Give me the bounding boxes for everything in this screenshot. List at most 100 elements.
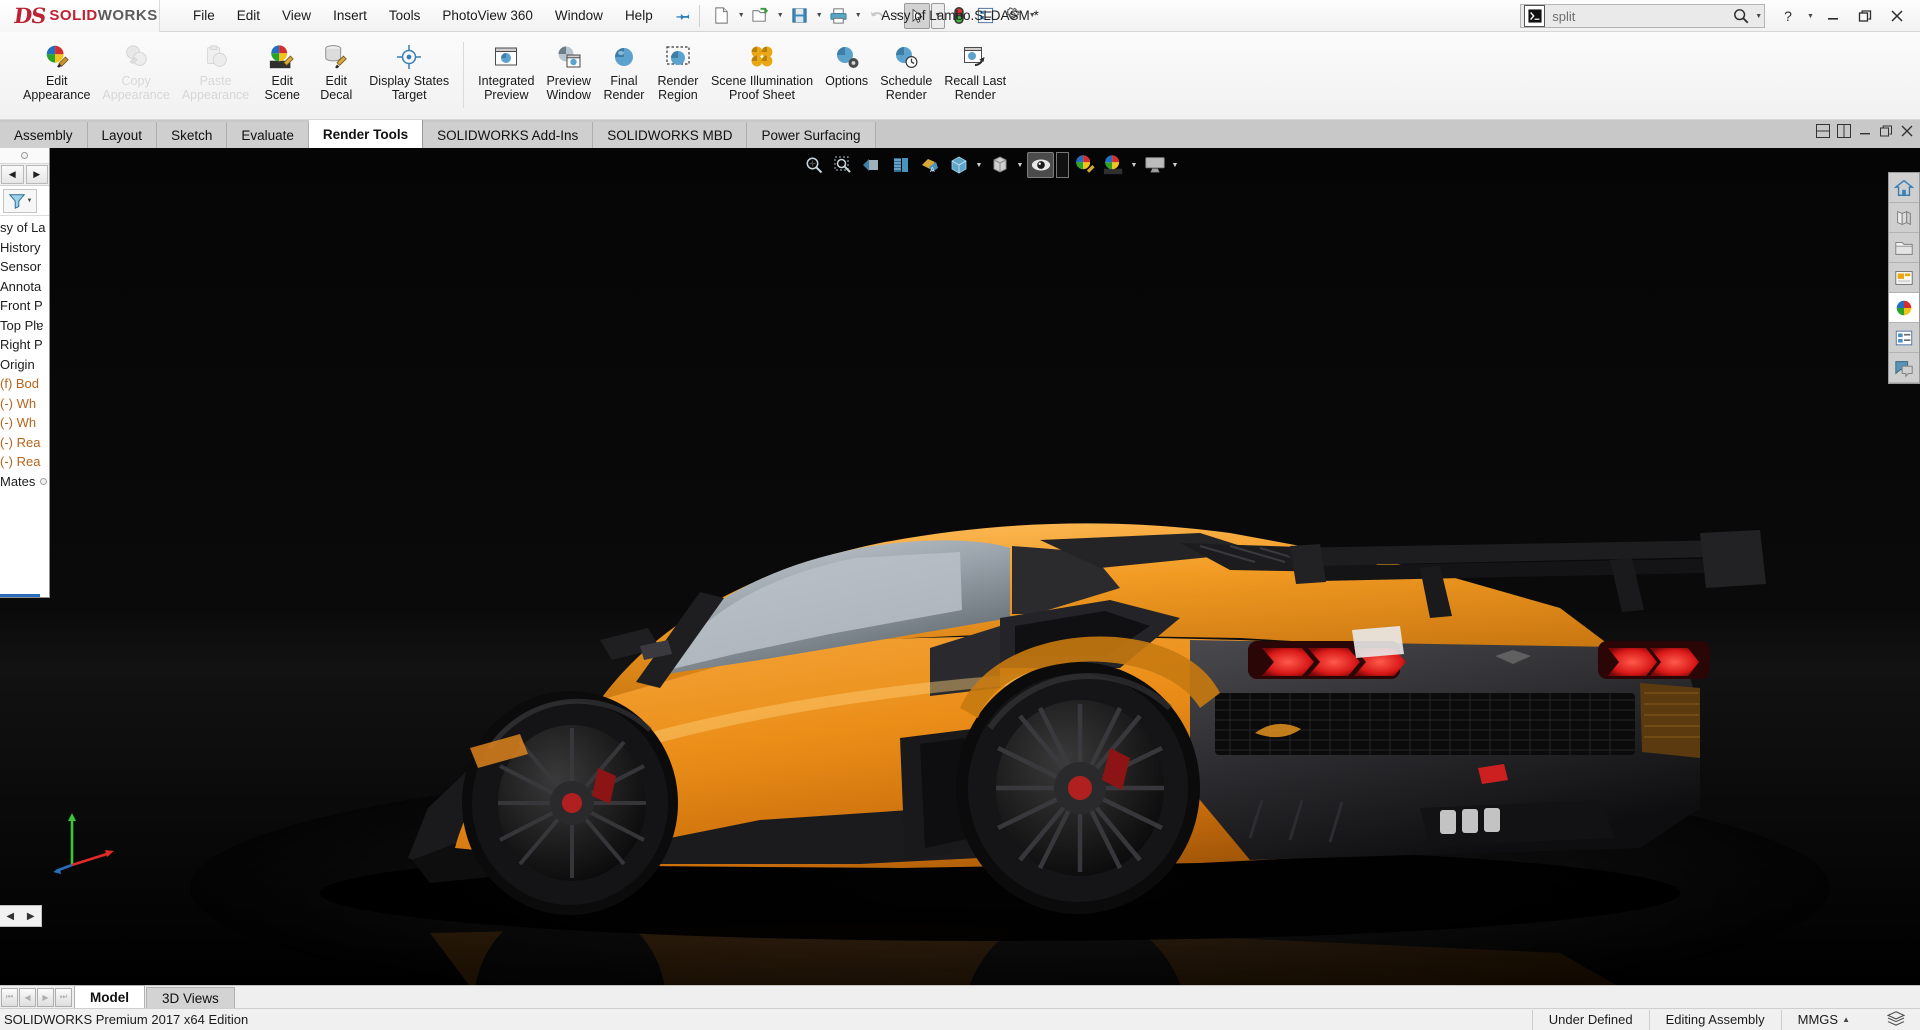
status-units[interactable]: MMGS ▲ xyxy=(1780,1009,1878,1030)
select-caret-icon[interactable]: ▼ xyxy=(930,2,945,29)
view-cube-caret-icon[interactable]: ▼ xyxy=(1015,162,1025,169)
options-gear-button[interactable] xyxy=(1000,3,1026,29)
tree-node-top-plane[interactable]: Top Plɐ xyxy=(0,316,49,336)
doc-close-icon[interactable] xyxy=(1900,124,1914,141)
solidworks-forum-button[interactable] xyxy=(1889,353,1919,383)
apply-scene-caret-icon[interactable]: ▼ xyxy=(1129,162,1139,169)
integrated-preview-button[interactable]: Integrated Preview xyxy=(472,38,540,102)
tree-node-rear-1[interactable]: (-) Rea xyxy=(0,433,49,453)
tree-node-history[interactable]: History xyxy=(0,238,49,258)
menu-item-photoview-360[interactable]: PhotoView 360 xyxy=(431,3,544,28)
tab-evaluate[interactable]: Evaluate xyxy=(227,122,309,148)
apply-scene-button[interactable] xyxy=(1100,152,1127,178)
mates-handle-dot-icon[interactable] xyxy=(40,477,48,485)
edit-decal-button[interactable]: Edit Decal xyxy=(309,38,363,102)
edit-scene-button[interactable]: Edit Scene xyxy=(255,38,309,102)
tree-node-front-plane[interactable]: Front P xyxy=(0,296,49,316)
rebuild-button[interactable] xyxy=(946,3,972,29)
solidworks-logo[interactable]: DS SOLIDWORKS xyxy=(0,0,160,32)
open-document-caret-icon[interactable]: ▼ xyxy=(775,12,786,19)
undo-caret-icon[interactable]: ▼ xyxy=(892,12,903,19)
tree-nav-prev[interactable]: ◀ xyxy=(1,165,24,184)
tree-node-sensors[interactable]: Sensor xyxy=(0,257,49,277)
sheet-next-button[interactable]: ▶ xyxy=(37,987,54,1007)
tree-node-wheel-1[interactable]: (-) Wh xyxy=(0,394,49,414)
tree-node-assembly[interactable]: sy of La xyxy=(0,218,49,238)
file-properties-button[interactable] xyxy=(973,3,999,29)
sheet-prev-button[interactable]: ◀ xyxy=(19,987,36,1007)
feature-tree-handle[interactable] xyxy=(0,148,49,164)
split-view-horizontal-icon[interactable] xyxy=(1816,124,1830,141)
tree-node-rear-2[interactable]: (-) Rea xyxy=(0,452,49,472)
hide-show-items-button[interactable] xyxy=(1027,152,1054,178)
help-button[interactable]: ? xyxy=(1773,3,1803,29)
tree-nav-next[interactable]: ▶ xyxy=(25,165,48,184)
render-options-button[interactable]: Options xyxy=(819,38,874,89)
view-orientation-button[interactable]: A xyxy=(916,152,943,178)
previous-view-button[interactable] xyxy=(858,152,885,178)
tab-render-tools[interactable]: Render Tools xyxy=(308,120,424,148)
magnifier-icon[interactable] xyxy=(1728,7,1753,25)
graphics-viewport[interactable] xyxy=(0,148,1920,985)
render-region-button[interactable]: Render Region xyxy=(651,38,705,102)
preview-window-button[interactable]: Preview Window xyxy=(540,38,596,102)
display-states-target-button[interactable]: Display States Target xyxy=(363,38,455,102)
tree-node-wheel-2[interactable]: (-) Wh xyxy=(0,413,49,433)
tree-node-right-plane[interactable]: Right P xyxy=(0,335,49,355)
section-view-button[interactable] xyxy=(887,152,914,178)
search-caret-icon[interactable]: ▼ xyxy=(1753,13,1764,20)
scene-illumination-proof-sheet-button[interactable]: Scene Illumination Proof Sheet xyxy=(705,38,819,102)
print-caret-icon[interactable]: ▼ xyxy=(853,12,864,19)
select-button[interactable] xyxy=(903,2,930,29)
tab-solidworks-add-ins[interactable]: SOLIDWORKS Add-Ins xyxy=(423,122,594,148)
view-settings-button[interactable] xyxy=(1141,152,1168,178)
menu-item-tools[interactable]: Tools xyxy=(378,3,432,28)
tab-model[interactable]: Model xyxy=(74,985,145,1008)
new-document-caret-icon[interactable]: ▼ xyxy=(736,12,747,19)
file-explorer-button[interactable] xyxy=(1889,233,1919,263)
menu-item-help[interactable]: Help xyxy=(614,3,664,28)
open-document-button[interactable] xyxy=(748,3,774,29)
recall-last-render-button[interactable]: Recall Last Render xyxy=(938,38,1012,102)
save-caret-icon[interactable]: ▼ xyxy=(814,12,825,19)
tab-solidworks-mbd[interactable]: SOLIDWORKS MBD xyxy=(593,122,748,148)
undo-button[interactable] xyxy=(865,3,891,29)
minimize-button[interactable] xyxy=(1818,3,1848,29)
menu-item-insert[interactable]: Insert xyxy=(322,3,378,28)
layers-icon[interactable] xyxy=(1878,1010,1920,1029)
copy-appearance-button[interactable]: Copy Appearance xyxy=(96,38,175,102)
restore-button[interactable] xyxy=(1850,3,1880,29)
display-style-caret-icon[interactable]: ▼ xyxy=(974,162,984,169)
view-palette-button[interactable] xyxy=(1889,263,1919,293)
tree-scroll-right-icon[interactable]: ▶ xyxy=(27,911,35,922)
tree-node-body[interactable]: (f) Bod xyxy=(0,374,49,394)
tab-assembly[interactable]: Assembly xyxy=(0,122,88,148)
view-settings-caret-icon[interactable]: ▼ xyxy=(1170,162,1180,169)
edit-appearance-hud-button[interactable] xyxy=(1071,152,1098,178)
close-button[interactable] xyxy=(1882,3,1912,29)
options-caret-icon[interactable]: ▼ xyxy=(1027,12,1038,19)
menu-item-edit[interactable]: Edit xyxy=(226,3,271,28)
filter-funnel-icon[interactable]: ▼ xyxy=(3,188,37,213)
split-view-vertical-icon[interactable] xyxy=(1837,124,1851,141)
schedule-render-button[interactable]: Schedule Render xyxy=(874,38,938,102)
menu-item-window[interactable]: Window xyxy=(544,3,614,28)
doc-minimize-icon[interactable] xyxy=(1858,124,1872,141)
print-button[interactable] xyxy=(826,3,852,29)
zoom-to-area-button[interactable] xyxy=(829,152,856,178)
help-caret-icon[interactable]: ▼ xyxy=(1805,13,1816,20)
zoom-to-fit-button[interactable] xyxy=(800,152,827,178)
view-orientation-cube-button[interactable] xyxy=(986,152,1013,178)
display-style-button[interactable] xyxy=(945,152,972,178)
tree-node-mates[interactable]: Mates xyxy=(0,472,49,492)
command-prompt-icon[interactable] xyxy=(1524,5,1546,27)
filter-caret-icon[interactable]: ▼ xyxy=(27,198,33,204)
menu-item-view[interactable]: View xyxy=(271,3,322,28)
sheet-first-button[interactable]: ⏮ xyxy=(1,987,18,1007)
sheet-last-button[interactable]: ⏭ xyxy=(55,987,72,1007)
tab-sketch[interactable]: Sketch xyxy=(157,122,228,148)
save-button[interactable] xyxy=(787,3,813,29)
tab-power-surfacing[interactable]: Power Surfacing xyxy=(747,122,876,148)
tree-node-annotations[interactable]: Annota xyxy=(0,277,49,297)
edit-appearance-button[interactable]: Edit Appearance xyxy=(17,38,96,102)
